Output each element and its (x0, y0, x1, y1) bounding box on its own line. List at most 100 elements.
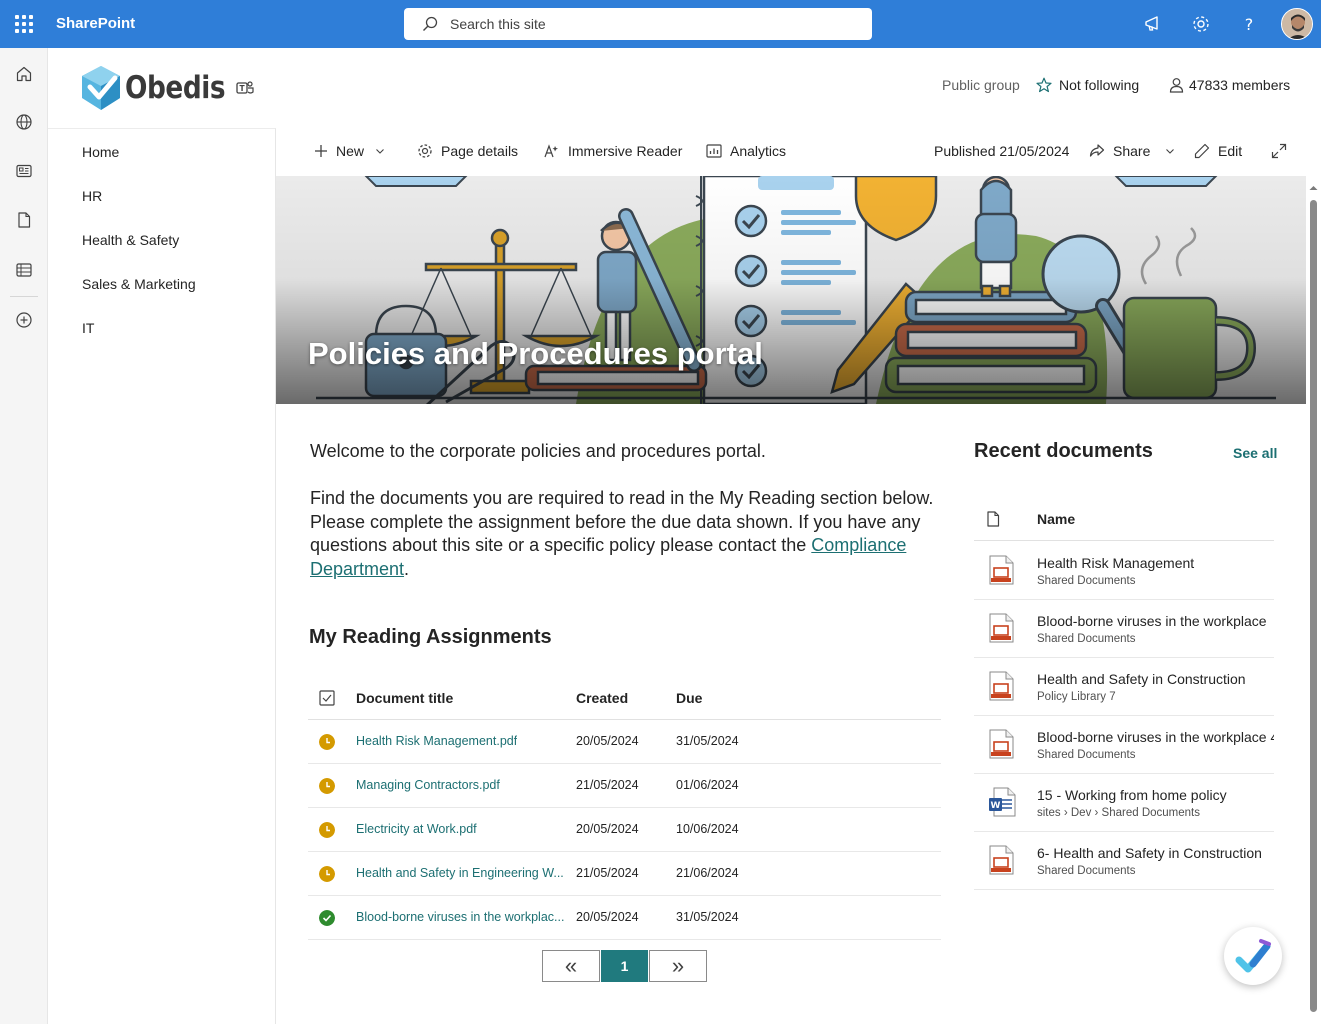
add-circle-icon[interactable] (12, 308, 36, 332)
edit-button[interactable]: Edit (1194, 143, 1242, 159)
document-link[interactable]: Managing Contractors.pdf (356, 778, 500, 792)
list-icon[interactable] (12, 258, 36, 282)
reading-assignments-title: My Reading Assignments (309, 626, 552, 648)
document-location: Shared Documents (1037, 865, 1136, 877)
avatar[interactable] (1281, 8, 1313, 40)
document-name: 15 - Working from home policy (1037, 787, 1227, 803)
home-icon[interactable] (12, 62, 36, 86)
welcome-instructions: Find the documents you are required to r… (310, 487, 940, 581)
page-details-button[interactable]: Page details (417, 143, 518, 159)
analytics-button[interactable]: Analytics (706, 143, 786, 159)
pdf-file-icon (989, 845, 1014, 875)
hero-title: Policies and Procedures portal (308, 336, 763, 371)
pdf-file-icon (989, 613, 1014, 643)
recent-documents-title: Recent documents (974, 440, 1153, 462)
svg-text:?: ? (1245, 15, 1254, 34)
column-due[interactable]: Due (676, 690, 702, 706)
gear-icon[interactable] (1189, 12, 1213, 36)
expand-icon[interactable] (1271, 143, 1295, 159)
created-date: 21/05/2024 (576, 866, 639, 880)
welcome-end: . (404, 558, 410, 579)
scrollbar-thumb[interactable] (1310, 200, 1317, 1012)
nav-item-sales-marketing[interactable]: Sales & Marketing (82, 276, 196, 292)
immersive-reader-button[interactable]: Immersive Reader (544, 143, 682, 159)
document-link[interactable]: Electricity at Work.pdf (356, 822, 477, 836)
analytics-label: Analytics (730, 143, 787, 159)
nav-item-health-safety[interactable]: Health & Safety (82, 232, 179, 248)
see-all-link[interactable]: See all (1233, 445, 1277, 461)
site-logo[interactable]: Obedis (81, 65, 243, 111)
column-created[interactable]: Created (576, 690, 628, 706)
help-icon[interactable]: ? (1237, 12, 1261, 36)
document-location: sites › Dev › Shared Documents (1037, 807, 1200, 819)
logo-text: Obedis (125, 70, 226, 106)
table-row: Electricity at Work.pdf 20/05/2024 10/06… (308, 808, 941, 852)
column-name[interactable]: Name (1037, 511, 1075, 527)
search-box[interactable]: Search this site (404, 8, 872, 40)
app-bar (0, 48, 48, 1024)
welcome-text: Welcome to the corporate policies and pr… (310, 440, 940, 581)
document-name: Health and Safety in Construction (1037, 671, 1246, 687)
edit-label: Edit (1218, 143, 1243, 159)
column-document-title[interactable]: Document title (356, 690, 453, 706)
news-icon[interactable] (12, 159, 36, 183)
list-item[interactable]: W 15 - Working from home policy sites › … (974, 774, 1274, 832)
floating-action-button[interactable] (1224, 927, 1282, 985)
vertical-scrollbar[interactable] (1306, 176, 1321, 1024)
teams-icon[interactable]: T (236, 80, 254, 101)
site-header: Obedis T Public group Not following 4783… (48, 48, 1321, 128)
members-button[interactable]: 47833 members (1169, 77, 1290, 93)
word-file-icon: W (989, 787, 1016, 817)
command-bar: New Page details Immersive Reader Analyt… (276, 128, 1321, 174)
search-icon (423, 16, 438, 31)
new-button[interactable]: New (314, 143, 385, 159)
share-button[interactable]: Share (1089, 143, 1175, 159)
due-date: 31/05/2024 (676, 910, 739, 924)
created-date: 20/05/2024 (576, 734, 639, 748)
table-row: Managing Contractors.pdf 21/05/2024 01/0… (308, 764, 941, 808)
list-item[interactable]: Blood-borne viruses in the workplace 4 S… (974, 716, 1274, 774)
list-item[interactable]: Health Risk Management Shared Documents (974, 542, 1274, 600)
svg-text:T: T (239, 84, 245, 93)
document-location: Policy Library 7 (1037, 691, 1116, 703)
hero-banner: Policies and Procedures portal (276, 176, 1306, 404)
document-name: 6- Health and Safety in Construction (1037, 845, 1262, 861)
document-location: Shared Documents (1037, 633, 1136, 645)
plus-icon (315, 145, 327, 157)
pager-first-button[interactable]: « (542, 950, 600, 982)
published-date: Published 21/05/2024 (934, 143, 1070, 159)
pager-last-button[interactable]: » (649, 950, 707, 982)
document-link[interactable]: Health and Safety in Engineering W... (356, 866, 564, 880)
due-date: 31/05/2024 (676, 734, 739, 748)
checkmark-circle-icon (319, 910, 335, 926)
list-item[interactable]: 6- Health and Safety in Construction Sha… (974, 832, 1274, 890)
clock-icon (319, 822, 335, 838)
list-item[interactable]: Health and Safety in Construction Policy… (974, 658, 1274, 716)
check-task-icon (1235, 939, 1271, 973)
app-name[interactable]: SharePoint (56, 15, 135, 32)
person-icon (1169, 78, 1184, 93)
new-label: New (336, 143, 365, 159)
scroll-up-arrow-icon[interactable] (1306, 182, 1321, 194)
nav-item-it[interactable]: IT (82, 320, 94, 336)
document-link[interactable]: Health Risk Management.pdf (356, 734, 517, 748)
nav-item-home[interactable]: Home (82, 144, 119, 160)
pager-current-page[interactable]: 1 (601, 950, 648, 982)
pdf-file-icon (989, 555, 1014, 585)
follow-label: Not following (1059, 77, 1140, 93)
search-placeholder: Search this site (450, 16, 546, 32)
nav-item-hr[interactable]: HR (82, 188, 102, 204)
document-link[interactable]: Blood-borne viruses in the workplac... (356, 910, 564, 924)
select-all-checkbox[interactable] (319, 690, 335, 706)
group-type: Public group (942, 77, 1020, 93)
table-row: Health Risk Management.pdf 20/05/2024 31… (308, 720, 941, 764)
reading-assignments-table: Document title Created Due Health Risk M… (308, 676, 941, 940)
megaphone-icon[interactable] (1141, 12, 1165, 36)
app-launcher-icon[interactable] (12, 12, 36, 36)
file-icon[interactable] (12, 208, 36, 232)
gear-icon (418, 144, 432, 158)
list-item[interactable]: Blood-borne viruses in the workplace Sha… (974, 600, 1274, 658)
follow-button[interactable]: Not following (1036, 77, 1139, 93)
globe-icon[interactable] (12, 110, 36, 134)
created-date: 20/05/2024 (576, 910, 639, 924)
